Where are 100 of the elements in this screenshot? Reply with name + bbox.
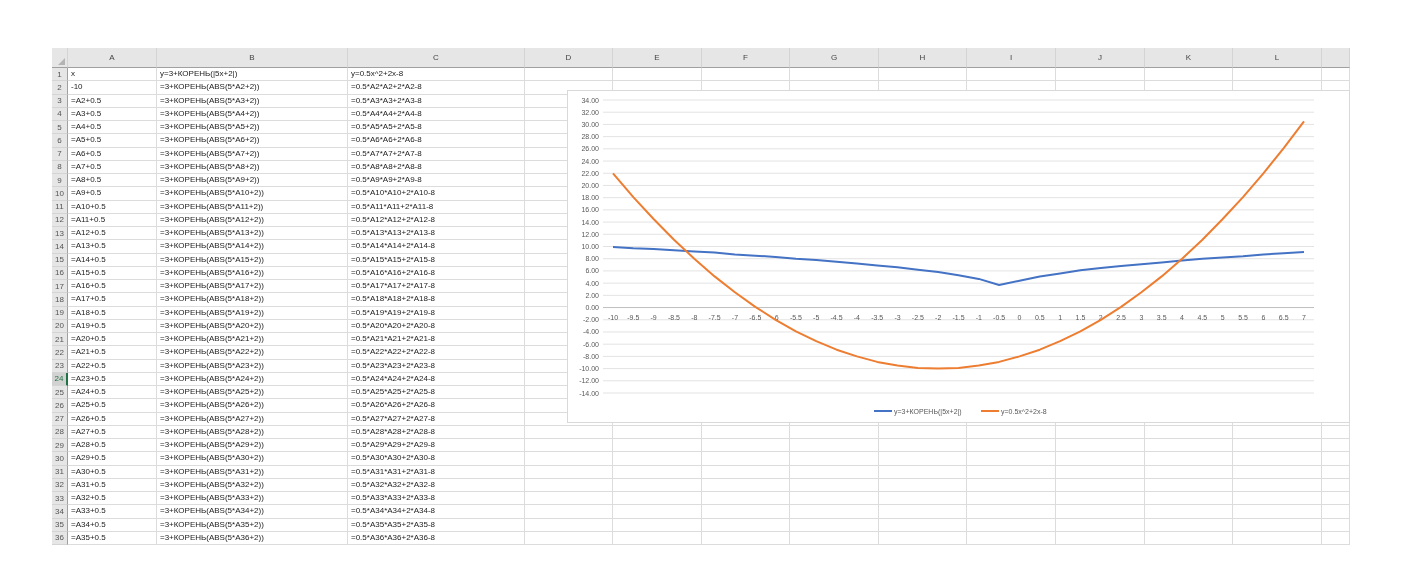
table-cell: =3+КОРЕНЬ(ABS(5*A8+2)) (157, 160, 348, 174)
table-cell: =3+КОРЕНЬ(ABS(5*A2+2)) (157, 81, 348, 95)
table-cell: =A23+0.5 (68, 372, 157, 386)
row-header[interactable]: 1 (52, 68, 68, 82)
table-cell: =0.5*A32*A32+2*A32-8 (348, 478, 525, 492)
table-cell: =0.5*A21*A21+2*A21-8 (348, 333, 525, 347)
row-header[interactable]: 5 (52, 121, 68, 135)
table-cell: =0.5*A8*A8+2*A8-8 (348, 160, 525, 174)
row-header[interactable]: 33 (52, 492, 68, 506)
row-header[interactable]: 14 (52, 240, 68, 254)
row-header[interactable]: 25 (52, 386, 68, 400)
row-header[interactable]: 10 (52, 187, 68, 201)
table-cell: =0.5*A4*A4+2*A4-8 (348, 107, 525, 121)
table-cell: =A11+0.5 (68, 213, 157, 227)
table-cell: =3+КОРЕНЬ(ABS(5*A30+2)) (157, 452, 348, 466)
table-cell: =0.5*A20*A20+2*A20-8 (348, 319, 525, 333)
table-cell: =0.5*A28*A28+2*A28-8 (348, 425, 525, 439)
table-cell: =3+КОРЕНЬ(ABS(5*A28+2)) (157, 425, 348, 439)
table-cell: =0.5*A5*A5+2*A5-8 (348, 121, 525, 135)
table-cell: =3+КОРЕНЬ(ABS(5*A26+2)) (157, 399, 348, 413)
column-header[interactable]: A (68, 48, 157, 68)
table-cell: =0.5*A35*A35+2*A35-8 (348, 518, 525, 532)
column-header[interactable]: E (613, 48, 702, 68)
column-header[interactable]: K (1145, 48, 1233, 68)
table-cell: =0.5*A29*A29+2*A29-8 (348, 439, 525, 453)
table-cell: =A4+0.5 (68, 121, 157, 135)
table-cell: =0.5*A7*A7+2*A7-8 (348, 147, 525, 161)
table-cell: =3+КОРЕНЬ(ABS(5*A29+2)) (157, 439, 348, 453)
row-header[interactable]: 18 (52, 293, 68, 307)
table-cell (1322, 452, 1350, 466)
table-cell: =0.5*A23*A23+2*A23-8 (348, 359, 525, 373)
table-cell (1322, 531, 1350, 545)
table-cell: =0.5*A19*A19+2*A19-8 (348, 306, 525, 320)
table-cell: =3+КОРЕНЬ(ABS(5*A22+2)) (157, 346, 348, 360)
table-cell: =0.5*A14*A14+2*A14-8 (348, 240, 525, 254)
table-cell: =3+КОРЕНЬ(ABS(5*A7+2)) (157, 147, 348, 161)
table-cell: =A28+0.5 (68, 439, 157, 453)
table-cell (1322, 425, 1350, 439)
chart-panel[interactable] (567, 90, 1350, 423)
table-cell: =3+КОРЕНЬ(ABS(5*A4+2)) (157, 107, 348, 121)
table-cell: =3+КОРЕНЬ(ABS(5*A16+2)) (157, 266, 348, 280)
table-cell: =A27+0.5 (68, 425, 157, 439)
table-cell: =3+КОРЕНЬ(ABS(5*A21+2)) (157, 333, 348, 347)
row-header[interactable]: 2 (52, 81, 68, 95)
column-header[interactable]: J (1056, 48, 1145, 68)
table-cell: =A29+0.5 (68, 452, 157, 466)
table-cell: =A19+0.5 (68, 319, 157, 333)
row-header[interactable]: 30 (52, 452, 68, 466)
table-cell: =A35+0.5 (68, 531, 157, 545)
table-cell: =A34+0.5 (68, 518, 157, 532)
row-header[interactable]: 21 (52, 333, 68, 347)
table-cell: y=3+КОРЕНЬ(|5x+2|) (157, 68, 348, 82)
table-cell: x (68, 68, 157, 82)
table-cell: y=0.5x^2+2x-8 (348, 68, 525, 82)
table-cell: =A9+0.5 (68, 187, 157, 201)
table-cell: =3+КОРЕНЬ(ABS(5*A17+2)) (157, 280, 348, 294)
select-all-icon[interactable] (58, 58, 65, 65)
table-cell: =0.5*A12*A12+2*A12-8 (348, 213, 525, 227)
table-cell: =0.5*A34*A34+2*A34-8 (348, 505, 525, 519)
table-cell: =A31+0.5 (68, 478, 157, 492)
table-cell: =A18+0.5 (68, 306, 157, 320)
table-cell: =3+КОРЕНЬ(ABS(5*A12+2)) (157, 213, 348, 227)
column-header[interactable]: C (348, 48, 525, 68)
row-header[interactable]: 22 (52, 346, 68, 360)
table-cell: =A32+0.5 (68, 492, 157, 506)
table-cell: =0.5*A16*A16+2*A16-8 (348, 266, 525, 280)
table-cell: =A6+0.5 (68, 147, 157, 161)
column-header[interactable]: F (702, 48, 790, 68)
table-cell: =A10+0.5 (68, 200, 157, 214)
table-cell: =3+КОРЕНЬ(ABS(5*A31+2)) (157, 465, 348, 479)
row-header[interactable]: 13 (52, 227, 68, 241)
row-header[interactable]: 29 (52, 439, 68, 453)
table-cell: =0.5*A15*A15+2*A15-8 (348, 253, 525, 267)
table-cell: =3+КОРЕНЬ(ABS(5*A11+2)) (157, 200, 348, 214)
table-cell: =A25+0.5 (68, 399, 157, 413)
column-header[interactable]: I (967, 48, 1056, 68)
row-header[interactable]: 34 (52, 505, 68, 519)
table-cell: =3+КОРЕНЬ(ABS(5*A25+2)) (157, 386, 348, 400)
table-cell: =A8+0.5 (68, 174, 157, 188)
column-header[interactable]: L (1233, 48, 1322, 68)
table-cell: =3+КОРЕНЬ(ABS(5*A15+2)) (157, 253, 348, 267)
row-header[interactable]: 6 (52, 134, 68, 148)
table-cell: =3+КОРЕНЬ(ABS(5*A3+2)) (157, 94, 348, 108)
row-header[interactable]: 17 (52, 280, 68, 294)
column-header[interactable]: G (790, 48, 879, 68)
column-header[interactable]: H (879, 48, 967, 68)
row-header[interactable]: 9 (52, 174, 68, 188)
table-cell: =A7+0.5 (68, 160, 157, 174)
table-cell: =A22+0.5 (68, 359, 157, 373)
table-cell: =A3+0.5 (68, 107, 157, 121)
column-header[interactable] (1322, 48, 1350, 68)
table-cell: =0.5*A6*A6+2*A6-8 (348, 134, 525, 148)
column-header[interactable]: D (525, 48, 613, 68)
table-cell: =0.5*A3*A3+2*A3-8 (348, 94, 525, 108)
table-cell (1322, 478, 1350, 492)
table-cell (1322, 505, 1350, 519)
table-cell: =0.5*A25*A25+2*A25-8 (348, 386, 525, 400)
column-header[interactable]: B (157, 48, 348, 68)
row-header[interactable]: 26 (52, 399, 68, 413)
table-cell: =0.5*A17*A17+2*A17-8 (348, 280, 525, 294)
